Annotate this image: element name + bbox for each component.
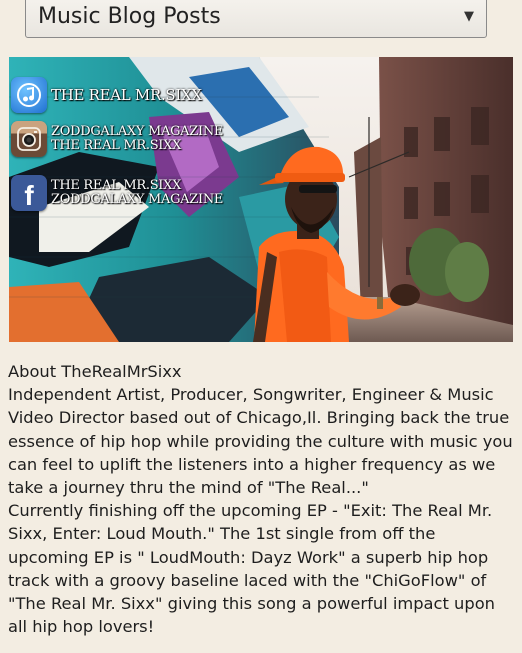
bio-heading: About TheRealMrSixx — [8, 362, 182, 381]
itunes-label: THE REAL MR.SIXX — [51, 86, 202, 104]
instagram-label-line-2: THE REAL MR.SIXX — [51, 138, 182, 153]
facebook-label-line-2: ZODDGALAXY MAGAZINE — [51, 192, 224, 207]
itunes-icon[interactable] — [11, 77, 47, 113]
instagram-icon[interactable] — [11, 121, 47, 157]
facebook-labels: THE REAL MR.SIXX ZODDGALAXY MAGAZINE — [51, 179, 223, 207]
music-blog-posts-dropdown[interactable]: Music Blog Posts ▼ — [25, 0, 487, 38]
instagram-labels: ZODDGALAXY MAGAZINE THE REAL MR.SIXX — [51, 125, 223, 153]
dropdown-selected-label: Music Blog Posts — [38, 3, 221, 29]
instagram-label-line-1: ZODDGALAXY MAGAZINE — [51, 124, 224, 139]
instagram-row: ZODDGALAXY MAGAZINE THE REAL MR.SIXX — [11, 121, 223, 157]
itunes-row: THE REAL MR.SIXX — [11, 77, 202, 113]
bio-paragraph-1: Independent Artist, Producer, Songwriter… — [8, 385, 513, 498]
facebook-label-line-1: THE REAL MR.SIXX — [51, 178, 182, 193]
facebook-icon[interactable]: f — [11, 175, 47, 211]
facebook-row: f THE REAL MR.SIXX ZODDGALAXY MAGAZINE — [11, 175, 223, 211]
hero-photo: THE REAL MR.SIXX ZODDGALAXY MAGAZINE THE… — [9, 57, 513, 342]
bio-paragraph-2: Currently finishing off the upcoming EP … — [8, 501, 495, 637]
top-bar: Music Blog Posts ▼ — [0, 0, 522, 44]
artist-bio: About TheRealMrSixx Independent Artist, … — [8, 360, 516, 638]
chevron-down-icon[interactable]: ▼ — [464, 9, 474, 24]
